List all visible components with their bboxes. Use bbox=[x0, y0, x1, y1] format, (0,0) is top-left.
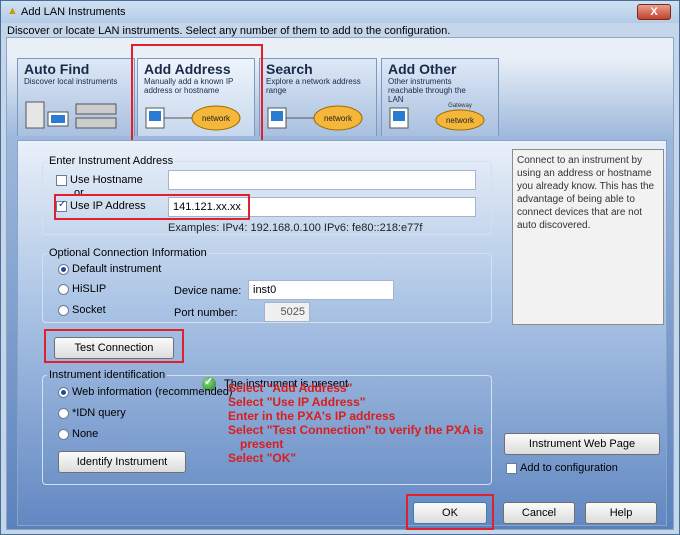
instrument-web-page-button[interactable]: Instrument Web Page bbox=[504, 433, 660, 455]
none-radio[interactable] bbox=[58, 429, 69, 440]
add-lan-instruments-window: ▲ Add LAN Instruments X Discover or loca… bbox=[0, 0, 680, 535]
address-group-legend: Enter Instrument Address bbox=[49, 155, 174, 167]
device-name-label: Device name: bbox=[174, 285, 242, 297]
instruction-line: Select "OK" bbox=[228, 451, 297, 465]
tab-add-other[interactable]: Add Other Other instruments reachable th… bbox=[381, 58, 499, 136]
network-label: network bbox=[324, 114, 353, 123]
web-information-radio[interactable] bbox=[58, 387, 69, 398]
add-to-configuration-label: Add to configuration bbox=[520, 462, 618, 474]
identification-group-legend: Instrument identification bbox=[49, 369, 166, 381]
dialog-content: Auto Find Discover local instruments Add… bbox=[6, 37, 674, 530]
window-title: Add LAN Instruments bbox=[21, 6, 126, 18]
tab-title: Auto Find bbox=[24, 61, 90, 77]
socket-label: Socket bbox=[72, 304, 106, 316]
instruction-line: Select "Test Connection" to verify the P… bbox=[228, 423, 484, 437]
warning-icon: ▲ bbox=[7, 5, 18, 17]
title-bar: ▲ Add LAN Instruments X bbox=[1, 1, 679, 23]
tab-title: Add Other bbox=[388, 61, 457, 77]
close-button[interactable]: X bbox=[637, 4, 671, 20]
tab-description: Explore a network address range bbox=[266, 77, 361, 95]
annotation-add-address-box bbox=[131, 44, 263, 142]
use-hostname-checkbox[interactable] bbox=[56, 175, 67, 186]
main-panel: Enter Instrument Address Use Hostname or… bbox=[17, 140, 667, 526]
annotation-use-ip-box bbox=[54, 194, 250, 220]
hislip-radio[interactable] bbox=[58, 284, 69, 295]
default-instrument-radio[interactable] bbox=[58, 264, 69, 275]
add-to-configuration-checkbox[interactable] bbox=[506, 463, 517, 474]
network-icon: network bbox=[267, 105, 363, 131]
instruction-line: Enter in the PXA's IP address bbox=[228, 409, 396, 423]
optional-group-legend: Optional Connection Information bbox=[49, 247, 207, 259]
annotation-instructions: Select "Add Address" Select "Use IP Addr… bbox=[228, 381, 498, 465]
instruction-line: present bbox=[240, 437, 284, 451]
use-hostname-label: Use Hostname bbox=[70, 174, 143, 186]
cancel-button[interactable]: Cancel bbox=[503, 502, 575, 524]
none-label: None bbox=[72, 428, 99, 440]
port-number-label: Port number: bbox=[174, 307, 238, 319]
annotation-ok-box bbox=[406, 494, 494, 530]
instruction-line: Select "Add Address" bbox=[228, 381, 353, 395]
window-subtitle: Discover or locate LAN instruments. Sele… bbox=[7, 25, 451, 37]
hostname-input[interactable] bbox=[168, 170, 476, 190]
web-information-label: Web information (recommended) bbox=[72, 386, 233, 398]
tab-search[interactable]: Search Explore a network address range n… bbox=[259, 58, 377, 136]
gateway-network-icon: network Gateway bbox=[389, 103, 485, 131]
device-name-input[interactable] bbox=[248, 280, 394, 300]
idn-query-radio[interactable] bbox=[58, 408, 69, 419]
address-examples: Examples: IPv4: 192.168.0.100 IPv6: fe80… bbox=[168, 222, 423, 234]
tab-title: Search bbox=[266, 61, 313, 77]
gateway-label: Gateway bbox=[448, 103, 472, 109]
instruction-line: Select "Use IP Address" bbox=[228, 395, 366, 409]
annotation-test-connection-box bbox=[44, 329, 184, 363]
help-description: Connect to an instrument by using an add… bbox=[512, 149, 664, 325]
network-label: network bbox=[446, 116, 475, 125]
port-number-input[interactable] bbox=[264, 302, 310, 322]
socket-radio[interactable] bbox=[58, 305, 69, 316]
identify-instrument-button[interactable]: Identify Instrument bbox=[58, 451, 186, 473]
default-instrument-label: Default instrument bbox=[72, 263, 162, 275]
computer-instrument-icon bbox=[25, 101, 117, 129]
help-button[interactable]: Help bbox=[585, 502, 657, 524]
tab-description: Discover local instruments bbox=[24, 77, 118, 86]
hislip-label: HiSLIP bbox=[72, 283, 107, 295]
idn-query-label: *IDN query bbox=[72, 407, 126, 419]
tab-auto-find[interactable]: Auto Find Discover local instruments bbox=[17, 58, 135, 136]
